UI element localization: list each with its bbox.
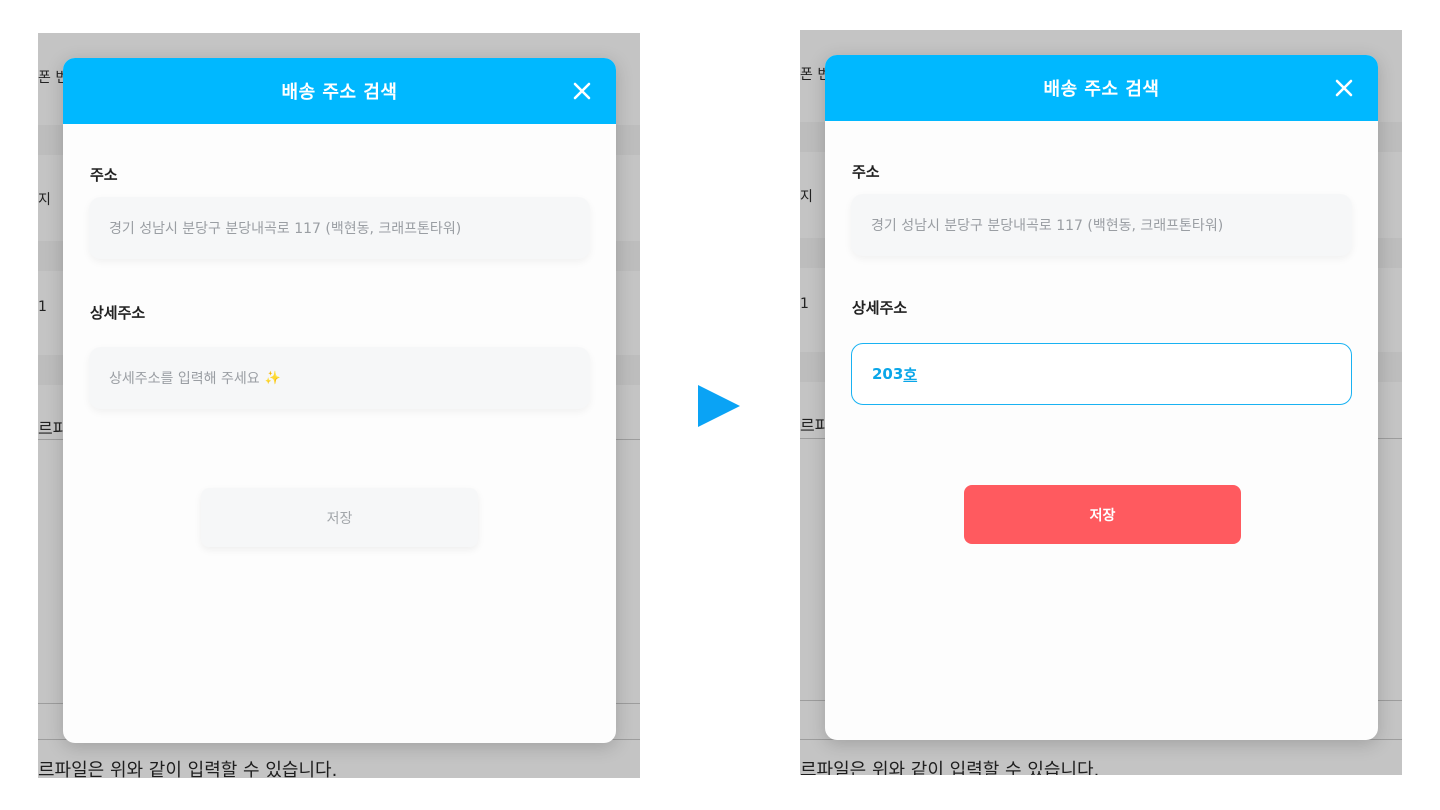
background-text: 1 bbox=[800, 296, 809, 312]
background-text: 1 bbox=[38, 299, 47, 315]
detail-address-label: 상세주소 bbox=[90, 304, 146, 322]
address-search-modal: 배송 주소 검색 주소 경기 성남시 분당구 분당내곡로 117 (백현동, 크… bbox=[825, 55, 1378, 740]
modal-header: 배송 주소 검색 bbox=[825, 55, 1378, 121]
modal-header: 배송 주소 검색 bbox=[63, 58, 616, 124]
screen-after: 폰 번 지 1 르파 르파일은 위와 같이 입력할 수 있습니다. 배송 주소 … bbox=[800, 30, 1402, 775]
address-value: 경기 성남시 분당구 분당내곡로 117 (백현동, 크래프톤타워) bbox=[109, 221, 462, 237]
sparkle-icon: ✨ bbox=[264, 370, 281, 386]
address-field: 경기 성남시 분당구 분당내곡로 117 (백현동, 크래프톤타워) bbox=[851, 194, 1352, 256]
address-search-modal: 배송 주소 검색 주소 경기 성남시 분당구 분당내곡로 117 (백현동, 크… bbox=[63, 58, 616, 743]
close-icon[interactable] bbox=[570, 79, 594, 103]
detail-address-value: 203 bbox=[872, 365, 904, 383]
screen-before: 폰 번 지 1 르파 르파일은 위와 같이 입력할 수 있습니다. 배송 주소 … bbox=[38, 33, 640, 778]
background-text: 지 bbox=[800, 189, 813, 205]
modal-title: 배송 주소 검색 bbox=[1043, 79, 1160, 100]
close-icon[interactable] bbox=[1332, 76, 1356, 100]
arrow-right-icon bbox=[698, 385, 740, 427]
save-button-label: 저장 bbox=[326, 510, 353, 527]
detail-address-input[interactable]: 상세주소를 입력해 주세요 ✨ bbox=[89, 347, 590, 409]
detail-address-label: 상세주소 bbox=[852, 299, 908, 317]
modal-title: 배송 주소 검색 bbox=[281, 82, 398, 103]
background-footer-text: 르파일은 위와 같이 입력할 수 있습니다. bbox=[38, 760, 338, 778]
address-label: 주소 bbox=[852, 163, 880, 181]
save-button[interactable]: 저장 bbox=[964, 485, 1241, 544]
address-value: 경기 성남시 분당구 분당내곡로 117 (백현동, 크래프톤타워) bbox=[871, 218, 1224, 234]
detail-address-input[interactable]: 203 호 bbox=[851, 343, 1352, 405]
address-field: 경기 성남시 분당구 분당내곡로 117 (백현동, 크래프톤타워) bbox=[89, 197, 590, 259]
detail-address-composing: 호 bbox=[903, 365, 918, 384]
background-text: 지 bbox=[38, 192, 51, 208]
background-footer-text: 르파일은 위와 같이 입력할 수 있습니다. bbox=[800, 760, 1100, 775]
save-button[interactable]: 저장 bbox=[201, 488, 478, 547]
detail-address-placeholder: 상세주소를 입력해 주세요 bbox=[109, 371, 260, 387]
address-label: 주소 bbox=[90, 166, 118, 184]
save-button-label: 저장 bbox=[1089, 507, 1116, 524]
